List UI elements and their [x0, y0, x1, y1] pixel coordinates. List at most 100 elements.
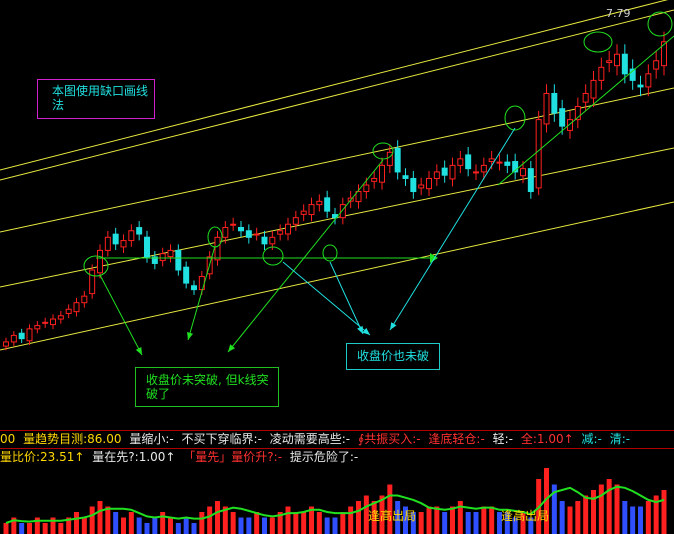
volume-bar-15 — [121, 517, 126, 534]
ind1-need-high: 凌动需要高些:- — [269, 432, 351, 446]
volume-bar-16 — [128, 512, 134, 534]
volume-bar-18 — [144, 523, 150, 534]
volume-bar-11 — [89, 506, 95, 534]
candle-body-56 — [441, 167, 448, 176]
candle-body-70 — [551, 92, 558, 114]
candle-body-64 — [504, 161, 511, 166]
candle-body-83 — [653, 60, 660, 70]
arrow-green-3 — [227, 159, 384, 353]
volume-bar-76 — [598, 484, 604, 534]
ind2-danger: 提示危险了:- — [289, 450, 359, 464]
ind1-t0: 00 — [0, 432, 16, 446]
volume-bar-37 — [293, 512, 299, 534]
annotation-lines — [83, 11, 674, 356]
volume-bar-53 — [418, 512, 424, 534]
candle-body-71 — [559, 108, 566, 127]
candle-body-20 — [159, 253, 166, 262]
note-close-not-break-1: 收盘价未突破, 但k线突 破了 — [135, 367, 279, 407]
note-close-not-break-2: 收盘价也未破 — [346, 343, 440, 370]
candle-body-55 — [433, 171, 440, 179]
candle-body-11 — [89, 269, 96, 295]
candle-body-21 — [167, 249, 174, 258]
volume-bar-22 — [175, 523, 181, 534]
volume-bar-81 — [638, 506, 643, 534]
candle-body-34 — [269, 236, 276, 245]
volume-bar-30 — [238, 517, 244, 534]
channel-line-3 — [0, 201, 674, 351]
candle-body-37 — [292, 217, 299, 225]
volume-bars — [3, 468, 667, 534]
volume-tag-1: 逢高出局 — [368, 509, 417, 523]
candle-body-28 — [222, 227, 229, 238]
volume-bar-21 — [168, 517, 173, 534]
ind1-resonance: ∮共振买入:- — [357, 432, 421, 446]
volume-bar-19 — [152, 517, 158, 534]
trend-line-green — [497, 35, 674, 186]
volume-bar-61 — [481, 506, 487, 534]
candle-body-10 — [81, 295, 88, 304]
candle-body-60 — [473, 171, 479, 174]
volume-bar-12 — [97, 501, 103, 534]
volume-bar-55 — [434, 506, 440, 534]
volume-bar-44 — [348, 506, 354, 534]
ind2-volprice: 「量先」量价升?:- — [183, 450, 283, 464]
ind1-trend: 量趋势目测:86.00 — [23, 432, 122, 446]
candle-body-27 — [214, 236, 221, 261]
indicator-row-2: 量比价:23.51↑ 量在先?:1.00↑ 「量先」量价升?:- 提示危险了:- — [0, 449, 362, 465]
price-label: 7.79 — [606, 7, 631, 20]
candle-body-5 — [42, 321, 49, 324]
volume-bar-73 — [575, 501, 581, 534]
candle-body-51 — [402, 175, 409, 179]
candle-body-29 — [230, 223, 237, 226]
candle-body-8 — [65, 308, 72, 314]
candle-body-24 — [191, 285, 197, 291]
volume-bar-78 — [614, 484, 620, 534]
highlight-circle-5 — [504, 105, 526, 131]
candle-body-53 — [418, 184, 425, 189]
volume-bar-59 — [465, 512, 471, 534]
candle-body-74 — [582, 92, 589, 103]
volume-bar-23 — [183, 517, 189, 534]
arrow-cyan-3-head — [390, 322, 397, 330]
volume-bar-72 — [567, 506, 573, 534]
volume-bar-54 — [426, 506, 432, 534]
candle-body-67 — [527, 168, 534, 193]
highlight-circle-3 — [262, 246, 284, 266]
highlight-circle-7 — [647, 11, 673, 37]
volume-bar-36 — [285, 506, 291, 534]
volume-bar-9 — [74, 512, 79, 534]
ind1-clear: 清:- — [609, 432, 631, 446]
candle-body-48 — [379, 164, 385, 183]
candle-body-23 — [183, 266, 190, 284]
candle-body-63 — [496, 161, 503, 164]
volume-bar-57 — [450, 506, 455, 534]
arrow-green-2-head — [187, 332, 194, 340]
candle-body-57 — [449, 164, 456, 180]
candle-body-39 — [308, 204, 315, 216]
candle-body-31 — [245, 230, 252, 238]
arrow-cyan-1 — [282, 261, 371, 336]
highlight-circle-0 — [83, 255, 109, 277]
candle-body-81 — [637, 84, 644, 88]
candle-body-7 — [57, 315, 64, 320]
ind2-first: 量在先?:1.00↑ — [92, 450, 176, 464]
candle-body-77 — [606, 60, 613, 63]
candle-body-68 — [535, 119, 542, 189]
ind1-bottom-light: 逢底轻仓:- — [428, 432, 485, 446]
volume-bar-24 — [191, 523, 197, 534]
candle-body-25 — [198, 276, 205, 291]
candle-body-2 — [18, 332, 25, 340]
ind1-full: 全:1.00↑ — [520, 432, 574, 446]
volume-bar-62 — [489, 506, 495, 534]
candle-body-82 — [645, 73, 652, 88]
volume-bar-82 — [645, 501, 651, 534]
candle-body-30 — [238, 227, 244, 232]
arrow-green-2 — [187, 245, 216, 341]
volume-bar-2 — [19, 523, 25, 534]
candle-body-9 — [73, 302, 80, 313]
candle-body-79 — [621, 53, 628, 75]
candle-body-46 — [363, 184, 370, 193]
candle-body-58 — [457, 158, 464, 166]
volume-bar-77 — [606, 479, 612, 534]
volume-tag-2: 逢高出局 — [501, 509, 550, 523]
